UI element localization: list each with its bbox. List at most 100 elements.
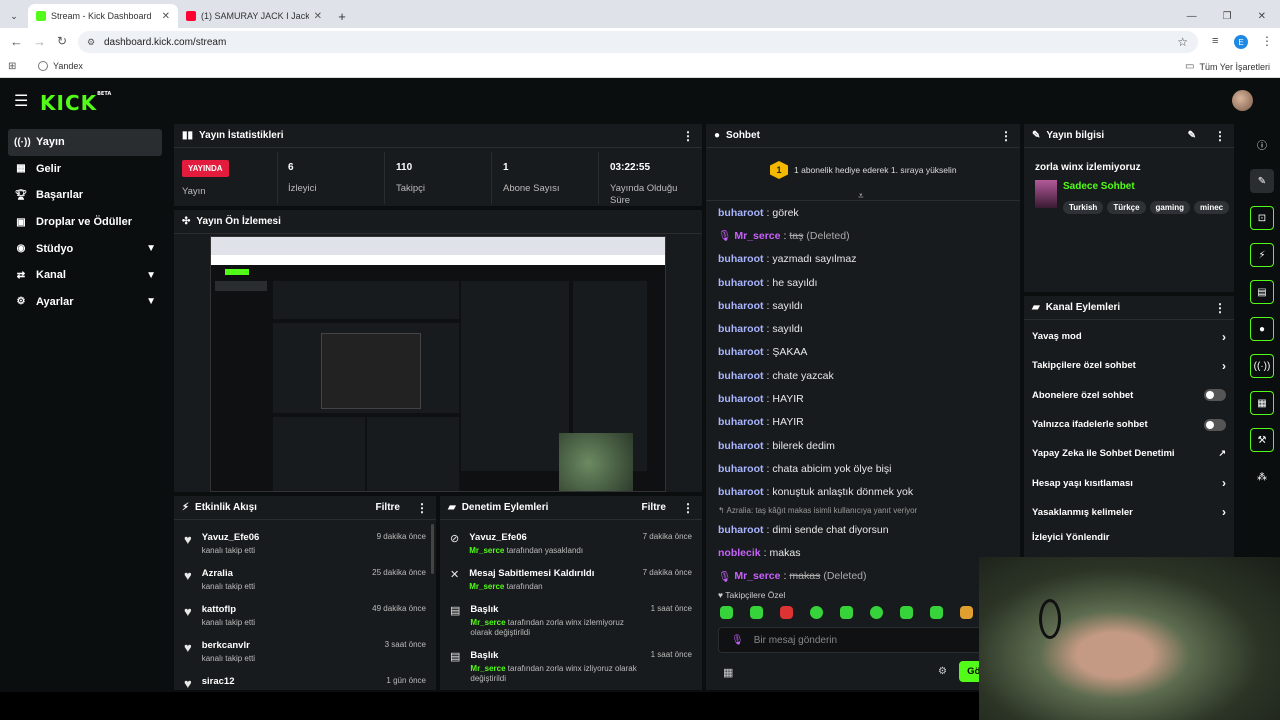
chat-username[interactable]: buharoot xyxy=(718,253,764,265)
chat-username[interactable]: buharoot xyxy=(718,416,764,428)
stream-tag[interactable]: minec xyxy=(1194,201,1230,214)
url-field[interactable]: ⚙ dashboard.kick.com/stream ☆ xyxy=(78,31,1198,53)
all-bookmarks[interactable]: ▭ Tüm Yer İşaretleri xyxy=(1185,61,1270,72)
action-slow-mode[interactable]: Yavaş mod › xyxy=(1024,322,1234,351)
chat-username[interactable]: buharoot xyxy=(718,524,764,536)
tab-list-icon[interactable]: ⌄ xyxy=(0,4,28,28)
stream-tag[interactable]: Turkish xyxy=(1063,201,1104,214)
moderator-name[interactable]: Mr_serce xyxy=(469,546,504,555)
chat-username[interactable]: Mr_serce xyxy=(734,570,780,582)
browser-menu-icon[interactable]: ⋮ xyxy=(1261,34,1273,48)
category-thumbnail[interactable] xyxy=(1035,180,1057,208)
chat-username[interactable]: buharoot xyxy=(718,463,764,475)
emote-icon[interactable] xyxy=(930,606,943,619)
chat-username[interactable]: buharoot xyxy=(718,370,764,382)
target-icon[interactable]: ⊡ xyxy=(1250,206,1274,230)
chat-bubble-icon[interactable]: ● xyxy=(1250,317,1274,341)
minimize-icon[interactable]: — xyxy=(1187,11,1197,22)
chat-username[interactable]: noblecik xyxy=(718,547,761,559)
emote-icon[interactable] xyxy=(810,606,823,619)
action-banned-words[interactable]: Yasaklanmış kelimeler › xyxy=(1024,498,1234,527)
new-tab-icon[interactable]: + xyxy=(330,4,354,28)
apps-icon[interactable]: ⊞ xyxy=(8,61,16,72)
profile-avatar[interactable]: E xyxy=(1234,35,1248,49)
chat-username[interactable]: buharoot xyxy=(718,393,764,405)
activity-user[interactable]: berkcanvlr xyxy=(202,640,255,651)
emote-icon[interactable] xyxy=(780,606,793,619)
site-info-icon[interactable]: ⚙ xyxy=(87,37,95,48)
action-raid[interactable]: İzleyici Yönlendir xyxy=(1024,527,1234,547)
sidebar-item-kanal[interactable]: ⇄ Kanal ▼ xyxy=(8,262,162,289)
chat-username[interactable]: buharoot xyxy=(718,486,764,498)
forward-icon[interactable]: → xyxy=(33,34,46,49)
restore-icon[interactable]: ❐ xyxy=(1223,11,1232,22)
sidebar-item-droplar[interactable]: ▣ Droplar ve Ödüller xyxy=(8,209,162,236)
share-icon[interactable]: ⁂ xyxy=(1250,465,1274,489)
chat-username[interactable]: buharoot xyxy=(718,300,764,312)
reading-list-icon[interactable]: ≡ xyxy=(1212,35,1218,47)
moderator-name[interactable]: Mr_serce xyxy=(469,582,504,591)
broadcast-icon[interactable]: ((·)) xyxy=(1250,354,1274,378)
edit-pencil-icon[interactable]: ✎ xyxy=(1188,130,1196,141)
lightning-icon[interactable]: ⚡︎ xyxy=(1250,243,1274,267)
scrollbar[interactable] xyxy=(431,524,434,574)
sidebar-item-studyo[interactable]: ◉ Stüdyo ▼ xyxy=(8,235,162,262)
stream-tag[interactable]: Türkçe xyxy=(1107,201,1146,214)
activity-user[interactable]: kattoflp xyxy=(202,604,255,615)
chat-username[interactable]: buharoot xyxy=(718,323,764,335)
activity-user[interactable]: Yavuz_Efe06 xyxy=(202,532,260,543)
activity-user[interactable]: Azralia xyxy=(202,568,255,579)
sidebar-item-ayarlar[interactable]: ⚙ Ayarlar ▼ xyxy=(8,289,162,316)
emotes-only-toggle[interactable] xyxy=(1204,418,1226,431)
moderator-name[interactable]: Mr_serce xyxy=(470,664,505,673)
more-options-icon[interactable]: ⋮ xyxy=(1000,129,1012,143)
chat-username[interactable]: Mr_serce xyxy=(734,230,780,242)
reload-icon[interactable]: ↻ xyxy=(57,34,67,48)
emote-icon[interactable] xyxy=(840,606,853,619)
wrench-icon[interactable]: ⚒ xyxy=(1250,428,1274,452)
emote-icon[interactable] xyxy=(900,606,913,619)
bookmark-yandex[interactable]: Yandex xyxy=(38,61,83,71)
sidebar-item-gelir[interactable]: ▦ Gelir xyxy=(8,156,162,183)
chat-username[interactable]: buharoot xyxy=(718,440,764,452)
activity-user[interactable]: sirac12 xyxy=(202,676,235,687)
chat-username[interactable]: buharoot xyxy=(718,277,764,289)
more-options-icon[interactable]: ⋮ xyxy=(416,501,428,515)
store-icon[interactable]: ▦ xyxy=(723,666,733,679)
edit-layout-icon[interactable]: ✎ xyxy=(1250,169,1274,193)
close-tab-icon[interactable]: ✕ xyxy=(162,11,170,22)
chat-username[interactable]: buharoot xyxy=(718,346,764,358)
browser-tab-youtube[interactable]: (1) SAMURAY JACK I Jack ve Üç ✕ xyxy=(178,4,330,28)
stream-video-preview[interactable] xyxy=(210,236,666,492)
emote-icon[interactable] xyxy=(720,606,733,619)
window-close-icon[interactable]: ✕ xyxy=(1258,11,1266,22)
info-icon[interactable]: ⓘ xyxy=(1250,132,1274,156)
filter-button[interactable]: Filtre xyxy=(642,502,666,513)
emote-icon[interactable] xyxy=(750,606,763,619)
moderator-name[interactable]: Mr_serce xyxy=(470,618,505,627)
more-options-icon[interactable]: ⋮ xyxy=(1214,129,1226,143)
close-tab-icon[interactable]: ✕ xyxy=(314,11,322,22)
layout-icon[interactable]: ▦ xyxy=(1250,391,1274,415)
more-options-icon[interactable]: ⋮ xyxy=(682,501,694,515)
action-account-age[interactable]: Hesap yaşı kısıtlaması › xyxy=(1024,468,1234,497)
chat-input[interactable]: 🎙︎ Bir mesaj gönderin xyxy=(718,627,1008,653)
chat-username[interactable]: buharoot xyxy=(718,207,764,219)
gift-leaderboard-banner[interactable]: 1 1 abonelik hediye ederek 1. sıraya yük… xyxy=(770,161,957,179)
action-followers-only[interactable]: Takipçilere özel sohbet › xyxy=(1024,351,1234,380)
sidebar-item-yayin[interactable]: ((·)) Yayın xyxy=(8,129,162,156)
kick-logo[interactable]: KICKBETA xyxy=(40,91,111,115)
back-icon[interactable]: ← xyxy=(10,34,23,49)
bookmark-star-icon[interactable]: ☆ xyxy=(1177,35,1188,49)
chat-settings-gear-icon[interactable]: ⚙ xyxy=(938,666,947,677)
user-avatar[interactable] xyxy=(1232,90,1253,111)
more-options-icon[interactable]: ⋮ xyxy=(1214,301,1226,315)
document-icon[interactable]: ▤ xyxy=(1250,280,1274,304)
more-options-icon[interactable]: ⋮ xyxy=(682,129,694,143)
emote-icon[interactable] xyxy=(960,606,973,619)
sidebar-item-basarilar[interactable]: 🏆︎ Başarılar xyxy=(8,182,162,209)
hamburger-menu-icon[interactable]: ☰ xyxy=(14,91,28,111)
subscribers-only-toggle[interactable] xyxy=(1204,389,1226,402)
category-name[interactable]: Sadece Sohbet xyxy=(1063,181,1135,192)
action-ai-moderation[interactable]: Yapay Zeka ile Sohbet Denetimi ↗ xyxy=(1024,439,1234,468)
